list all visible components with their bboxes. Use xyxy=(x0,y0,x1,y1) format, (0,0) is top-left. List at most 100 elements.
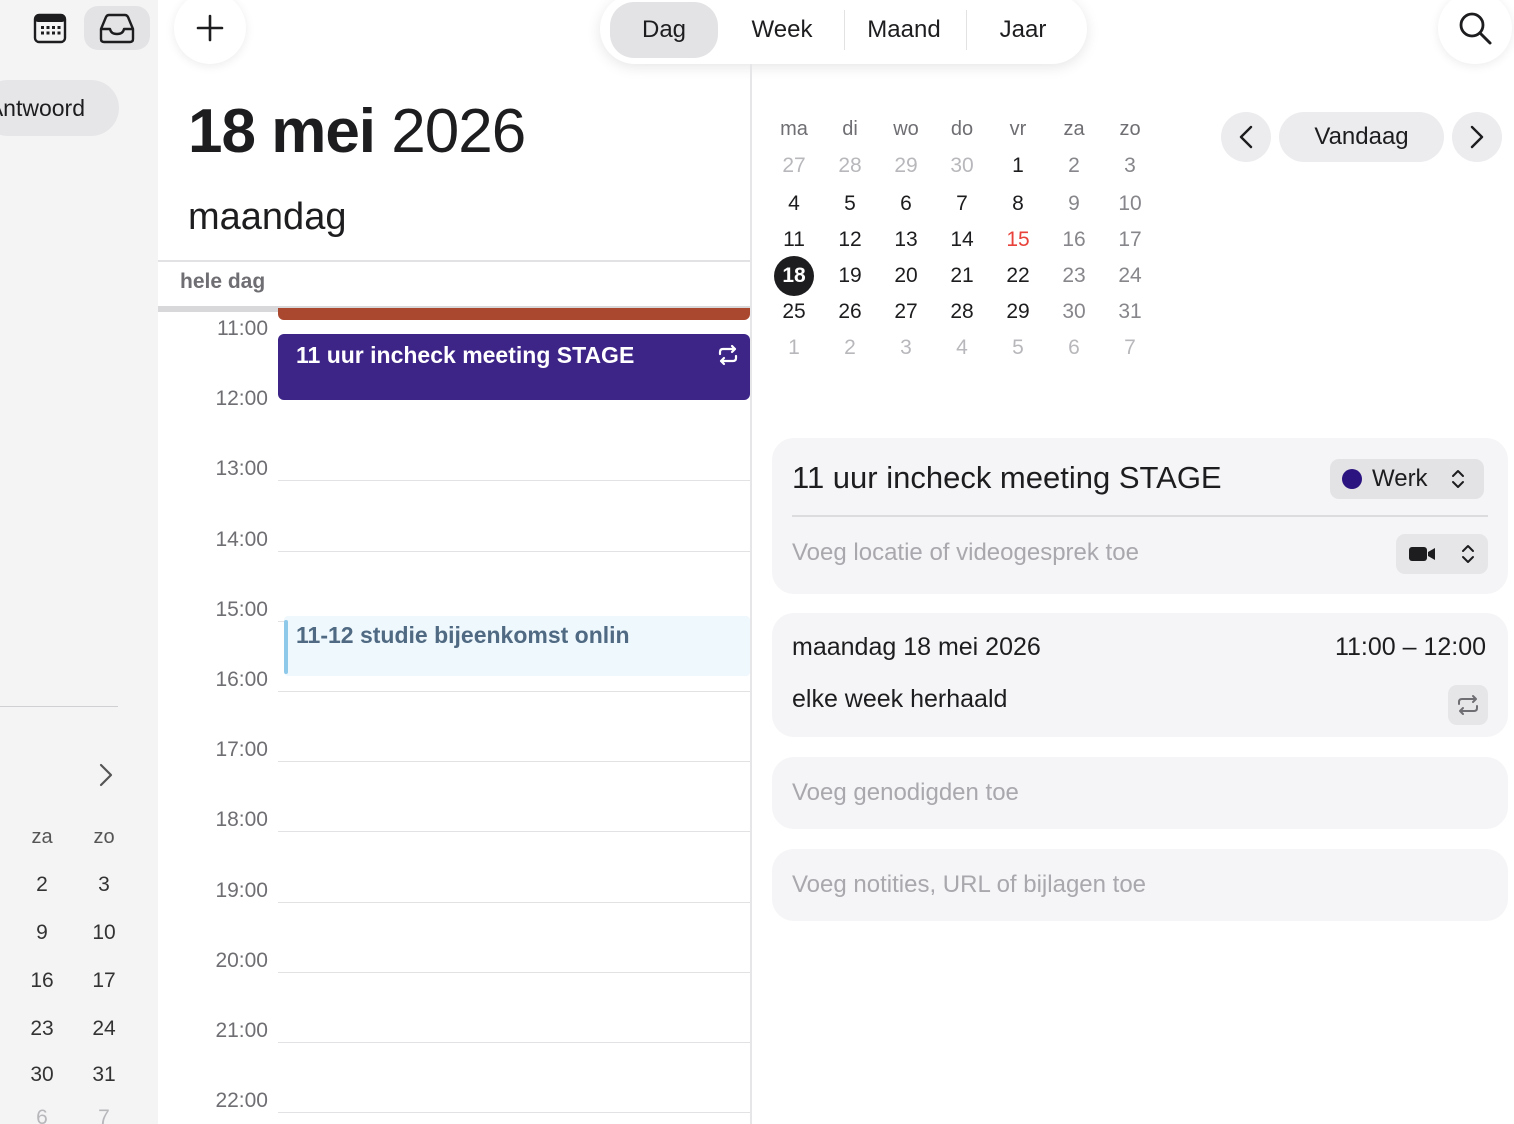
event-title-field[interactable]: 11 uur incheck meeting STAGE xyxy=(792,460,1222,496)
add-event-button[interactable] xyxy=(174,0,246,64)
event-title: 11 uur incheck meeting STAGE xyxy=(296,342,635,368)
calendar-day[interactable]: 2 xyxy=(1054,146,1094,186)
calendar-day[interactable]: 24 xyxy=(84,1017,124,1041)
tab-month[interactable]: Maand xyxy=(848,2,960,58)
calendar-day[interactable]: 30 xyxy=(942,146,982,186)
calendar-day[interactable]: 28 xyxy=(942,292,982,332)
calendar-day[interactable]: 7 xyxy=(942,184,982,224)
search-icon xyxy=(1459,12,1492,45)
event-studie-bijeenkomst[interactable]: 11-12 studie bijeenkomst onlin xyxy=(284,616,750,676)
hour-label: 17:00 xyxy=(215,738,268,762)
weekday-header: za xyxy=(31,826,53,848)
hour-gridline xyxy=(278,901,750,903)
calendar-day[interactable]: 23 xyxy=(1054,256,1094,296)
calendar-day[interactable]: 3 xyxy=(84,873,124,897)
calendar-day[interactable]: 19 xyxy=(830,256,870,296)
hour-label: 15:00 xyxy=(215,597,268,621)
all-day-label: hele dag xyxy=(180,270,266,293)
calendar-day[interactable]: 22 xyxy=(998,256,1038,296)
calendar-day[interactable]: 25 xyxy=(774,292,814,332)
calendar-day[interactable]: 21 xyxy=(942,256,982,296)
weekday-header: vr xyxy=(1009,118,1027,140)
calendar-day[interactable]: 5 xyxy=(998,328,1038,368)
calendar-day[interactable]: 17 xyxy=(84,969,124,993)
event-stage-meeting[interactable]: 11 uur incheck meeting STAGE xyxy=(278,334,750,400)
calendar-list-icon[interactable] xyxy=(26,8,74,48)
calendar-day[interactable]: 29 xyxy=(886,146,926,186)
calendar-day[interactable]: 27 xyxy=(774,146,814,186)
calendar-day[interactable]: 6 xyxy=(1054,328,1094,368)
calendar-day[interactable]: 1 xyxy=(998,146,1038,186)
calendar-day[interactable]: 29 xyxy=(998,292,1038,332)
calendar-day[interactable]: 7 xyxy=(1110,328,1150,368)
calendar-day[interactable]: 1 xyxy=(774,328,814,368)
calendar-day[interactable]: 6 xyxy=(886,184,926,224)
tab-year[interactable]: Jaar xyxy=(970,2,1076,58)
calendar-day[interactable]: 10 xyxy=(1110,184,1150,224)
weekday-header: za xyxy=(1063,118,1085,140)
calendar-day[interactable]: 15 xyxy=(998,220,1038,260)
calendar-day[interactable]: 12 xyxy=(830,220,870,260)
calendar-day[interactable]: 26 xyxy=(830,292,870,332)
calendar-day[interactable]: 5 xyxy=(830,184,870,224)
tab-day[interactable]: Dag xyxy=(610,2,718,58)
event-time: 11:00 – 12:00 xyxy=(1334,633,1486,661)
inbox-icon[interactable] xyxy=(84,6,150,50)
calendar-day[interactable]: 9 xyxy=(22,921,62,945)
calendar-day[interactable]: 16 xyxy=(1054,220,1094,260)
tab-week[interactable]: Week xyxy=(726,2,838,58)
calendar-day[interactable]: 4 xyxy=(774,184,814,224)
chevron-right-icon[interactable] xyxy=(90,758,122,792)
calendar-day[interactable]: 28 xyxy=(830,146,870,186)
notes-card[interactable]: Voeg notities, URL of bijlagen toe xyxy=(772,849,1508,921)
calendar-day[interactable]: 8 xyxy=(998,184,1038,224)
page-title: 18 mei 2026 xyxy=(188,96,526,167)
date-year: 2026 xyxy=(391,97,526,166)
calendar-day[interactable]: 30 xyxy=(1054,292,1094,332)
event-time-card[interactable]: maandag 18 mei 2026 11:00 – 12:00 elke w… xyxy=(772,613,1508,737)
video-call-select[interactable] xyxy=(1396,534,1488,574)
view-switcher: Dag Week Maand Jaar xyxy=(600,0,1087,64)
calendar-day[interactable]: 18 xyxy=(774,256,814,296)
hour-gridline xyxy=(278,480,750,482)
sidebar-item-reply[interactable]: Antwoord xyxy=(0,80,119,136)
calendar-day[interactable]: 2 xyxy=(830,328,870,368)
calendar-day[interactable]: 10 xyxy=(84,921,124,945)
previous-month-button[interactable] xyxy=(1221,112,1271,162)
today-button[interactable]: Vandaag xyxy=(1279,112,1444,162)
search-button[interactable] xyxy=(1438,0,1512,64)
calendar-day[interactable]: 31 xyxy=(1110,292,1150,332)
calendar-day[interactable]: 16 xyxy=(22,969,62,993)
calendar-day[interactable]: 23 xyxy=(22,1017,62,1041)
invitees-field[interactable]: Voeg genodigden toe xyxy=(792,779,1019,807)
next-month-button[interactable] xyxy=(1452,112,1502,162)
calendar-day[interactable]: 30 xyxy=(22,1063,62,1087)
repeat-icon xyxy=(716,344,740,366)
calendar-select[interactable]: Werk xyxy=(1330,459,1484,499)
chevron-left-icon xyxy=(1239,125,1253,149)
location-field[interactable]: Voeg locatie of videogesprek toe xyxy=(792,539,1139,567)
calendar-day[interactable]: 6 xyxy=(22,1106,62,1124)
invitees-card[interactable]: Voeg genodigden toe xyxy=(772,757,1508,829)
calendar-day[interactable]: 7 xyxy=(84,1106,124,1124)
calendar-color-dot xyxy=(1342,469,1362,489)
calendar-day[interactable]: 4 xyxy=(942,328,982,368)
segment-divider xyxy=(966,10,967,50)
notes-field[interactable]: Voeg notities, URL of bijlagen toe xyxy=(792,871,1146,899)
calendar-day[interactable]: 13 xyxy=(886,220,926,260)
calendar-day[interactable]: 14 xyxy=(942,220,982,260)
calendar-day[interactable]: 20 xyxy=(886,256,926,296)
date-day-month: 18 mei xyxy=(188,97,376,166)
calendar-day[interactable]: 24 xyxy=(1110,256,1150,296)
calendar-day[interactable]: 11 xyxy=(774,220,814,260)
hour-label: 19:00 xyxy=(215,878,268,902)
event-block-red[interactable] xyxy=(278,308,750,320)
repeat-button[interactable] xyxy=(1448,685,1488,725)
calendar-day[interactable]: 27 xyxy=(886,292,926,332)
calendar-day[interactable]: 9 xyxy=(1054,184,1094,224)
calendar-day[interactable]: 3 xyxy=(1110,146,1150,186)
calendar-day[interactable]: 31 xyxy=(84,1063,124,1087)
calendar-day[interactable]: 17 xyxy=(1110,220,1150,260)
calendar-day[interactable]: 3 xyxy=(886,328,926,368)
calendar-day[interactable]: 2 xyxy=(22,873,62,897)
